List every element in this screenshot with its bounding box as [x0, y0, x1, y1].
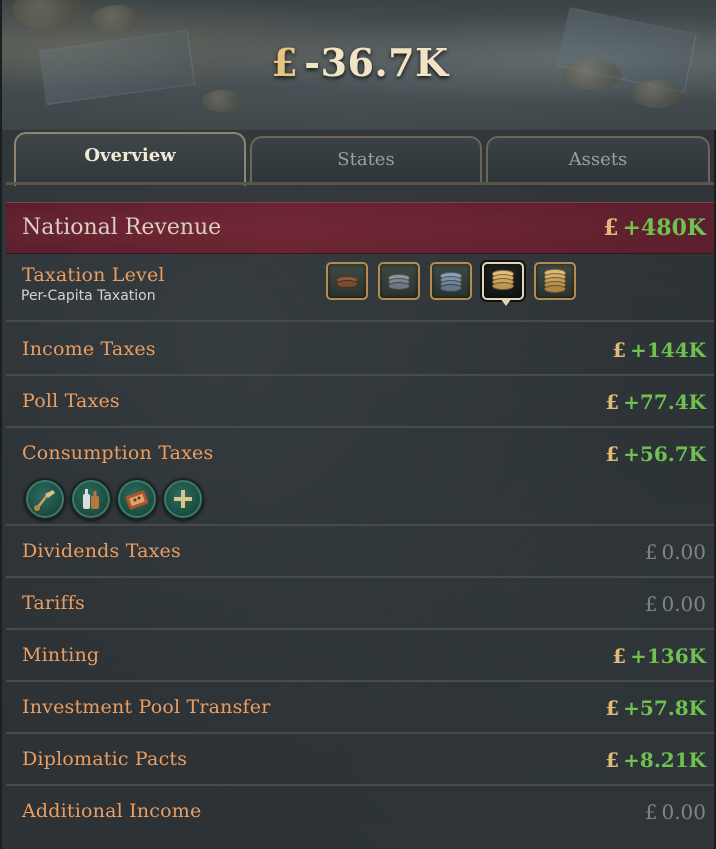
investment-pool-transfer-value: £ +57.8K [605, 696, 706, 720]
diplomatic-pacts-value: £ +8.21K [605, 748, 706, 772]
pound-icon: £ [603, 215, 619, 241]
minting-row[interactable]: Minting £ +136K [6, 630, 714, 682]
pound-icon: £ [612, 338, 627, 362]
pound-icon: £ [605, 696, 620, 720]
tariffs-label: Tariffs [22, 592, 85, 614]
tax-level-high-button[interactable] [482, 262, 524, 306]
investment-pool-transfer-row[interactable]: Investment Pool Transfer £ +57.8K [6, 682, 714, 734]
additional-income-label: Additional Income [22, 800, 202, 822]
pound-icon: £ [605, 748, 620, 772]
investment-pool-transfer-label: Investment Pool Transfer [22, 696, 271, 718]
pound-icon: £ [644, 592, 658, 616]
dividends-taxes-label: Dividends Taxes [22, 540, 181, 562]
tab-overview[interactable]: Overview [14, 132, 246, 186]
budget-tabs: Overview States Assets [12, 132, 712, 186]
additional-income-value: £0.00 [644, 800, 706, 824]
pound-icon: £ [644, 800, 658, 824]
tariffs-row[interactable]: Tariffs £0.00 [6, 578, 714, 630]
tab-divider [6, 182, 714, 185]
taxation-level-current: Per-Capita Taxation [21, 288, 156, 304]
tab-assets[interactable]: Assets [486, 136, 710, 184]
tax-level-very-low-button[interactable] [326, 262, 368, 300]
consumption-tax-luxury-button[interactable] [24, 478, 66, 520]
consumption-goods-list [24, 478, 224, 522]
pound-icon: £ [612, 644, 627, 668]
pound-icon: £ [605, 390, 620, 414]
income-taxes-row[interactable]: Income Taxes £ +144K [6, 324, 714, 376]
cigar-box-icon [125, 490, 149, 510]
pound-icon: £ [271, 40, 299, 85]
treasury-balance: £ -36.7K [2, 40, 716, 85]
income-taxes-label: Income Taxes [22, 338, 156, 360]
minting-value: £ +136K [612, 644, 706, 668]
national-revenue-header[interactable]: National Revenue £ +480K [6, 202, 714, 254]
selected-indicator-icon [500, 298, 512, 306]
national-revenue-amount: +480K [622, 215, 706, 241]
poll-taxes-value: £ +77.4K [605, 390, 706, 414]
consumption-taxes-value: £ +56.7K [605, 442, 706, 466]
poll-taxes-label: Poll Taxes [22, 390, 120, 412]
bell-icon [34, 490, 55, 511]
tax-level-low-button[interactable] [378, 262, 420, 300]
consumption-taxes-label: Consumption Taxes [22, 442, 214, 464]
dividends-taxes-value: £0.00 [644, 540, 706, 564]
balance-value: -36.7K [304, 40, 449, 85]
tax-level-medium-button[interactable] [430, 262, 472, 300]
minting-label: Minting [22, 644, 100, 666]
income-taxes-value: £ +144K [612, 338, 706, 362]
liquor-bottles-icon [83, 489, 99, 509]
consumption-taxes-row[interactable]: Consumption Taxes £ +56.7K [6, 428, 714, 526]
dividends-taxes-row[interactable]: Dividends Taxes £0.00 [6, 526, 714, 578]
pound-icon: £ [605, 442, 620, 466]
treasury-header: £ -36.7K [2, 0, 716, 130]
tariffs-value: £0.00 [644, 592, 706, 616]
budget-panel: £ -36.7K Overview States Assets National … [0, 0, 716, 849]
diplomatic-pacts-row[interactable]: Diplomatic Pacts £ +8.21K [6, 734, 714, 786]
national-revenue-title: National Revenue [22, 215, 222, 240]
taxation-level-label: Taxation Level [22, 264, 165, 286]
consumption-tax-liquor-button[interactable] [70, 478, 112, 520]
taxation-level-row: Taxation Level Per-Capita Taxation [6, 256, 714, 322]
pound-icon: £ [644, 540, 658, 564]
consumption-tax-tobacco-button[interactable] [116, 478, 158, 520]
additional-income-row[interactable]: Additional Income £0.00 [6, 786, 714, 838]
poll-taxes-row[interactable]: Poll Taxes £ +77.4K [6, 376, 714, 428]
tax-level-very-high-button[interactable] [534, 262, 576, 300]
tab-states[interactable]: States [250, 136, 482, 184]
add-consumption-tax-button[interactable] [162, 478, 204, 520]
national-revenue-value: £ +480K [603, 215, 706, 241]
diplomatic-pacts-label: Diplomatic Pacts [22, 748, 188, 770]
add-icon [174, 490, 192, 508]
